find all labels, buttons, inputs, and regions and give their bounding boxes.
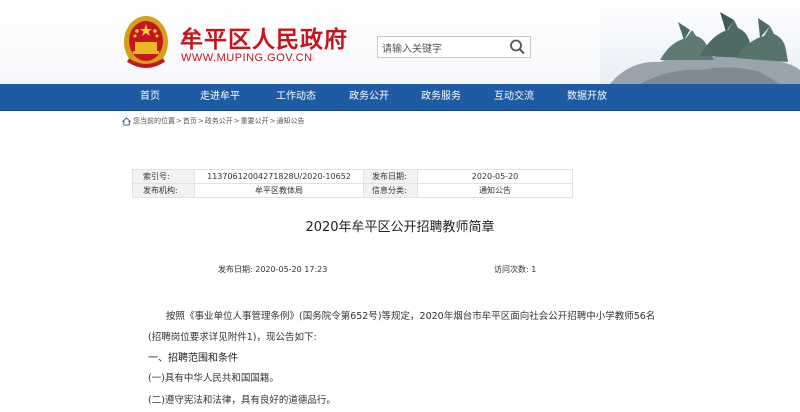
visit-count: 访问次数: 1 (494, 265, 537, 274)
nav-item-gov-open[interactable]: 政务公开 (349, 84, 389, 110)
search-input[interactable] (378, 39, 500, 60)
document-meta-table: 索引号: 11370612004271828U/2020-10652 发布日期:… (132, 169, 573, 198)
breadcrumb-separator: > (269, 117, 276, 125)
site-url[interactable]: WWW.MUPING.GOV.CN (181, 52, 313, 64)
nav-item-interaction[interactable]: 互动交流 (494, 84, 534, 110)
meta-row: 索引号: 11370612004271828U/2020-10652 发布日期:… (132, 169, 573, 184)
org-value: 牟平区教体局 (194, 183, 364, 198)
breadcrumb-separator: > (176, 117, 182, 125)
nav-item-gov-service[interactable]: 政务服务 (421, 84, 461, 110)
meta-row: 发布机构: 牟平区教体局 信息分类: 通知公告 (132, 183, 573, 198)
breadcrumb: 您当前的位置 > 首页 > 政务公开 > 重要公开 > 通知公告 (122, 115, 305, 127)
list-item: (二)遵守宪法和法律，具有良好的道德品行。 (148, 395, 336, 406)
breadcrumb-label: 您当前的位置 (133, 117, 175, 125)
nav-item-about[interactable]: 走进牟平 (200, 84, 240, 110)
section-heading: 一、招聘范围和条件 (148, 353, 238, 364)
breadcrumb-separator: > (233, 117, 240, 125)
home-icon (122, 116, 131, 126)
horse-sculpture-image (600, 0, 800, 84)
site-name[interactable]: 牟平区人民政府 (180, 20, 348, 54)
national-emblem-icon (124, 16, 168, 68)
index-value: 11370612004271828U/2020-10652 (194, 169, 364, 184)
publish-time: 发布日期: 2020-05-20 17:23 (218, 265, 328, 274)
article-title: 2020年牟平区公开招聘教师简章 (305, 220, 495, 235)
search-icon[interactable] (508, 38, 528, 56)
breadcrumb-important[interactable]: 重要公开 (241, 116, 269, 126)
breadcrumb-home[interactable]: 首页 (183, 116, 197, 126)
breadcrumb-separator: > (197, 117, 204, 125)
date-value: 2020-05-20 (417, 169, 573, 184)
date-label: 发布日期: (363, 169, 418, 184)
list-item: (一)具有中华人民共和国国籍。 (148, 373, 279, 384)
nav-item-news[interactable]: 工作动态 (276, 84, 316, 110)
category-value: 通知公告 (417, 183, 573, 198)
breadcrumb-gov-open[interactable]: 政务公开 (205, 116, 233, 126)
org-label: 发布机构: (132, 183, 195, 198)
nav-item-home[interactable]: 首页 (140, 84, 160, 110)
article-paragraph: 按照《事业单位人事管理条例》(国务院令第652号)等规定，2020年烟台市牟平区… (148, 311, 656, 343)
main-nav: 首页 走进牟平 工作动态 政务公开 政务服务 互动交流 数据开放 (0, 84, 800, 111)
site-header: 牟平区人民政府 WWW.MUPING.GOV.CN (0, 0, 800, 84)
category-label: 信息分类: (363, 183, 418, 198)
article-body: 按照《事业单位人事管理条例》(国务院令第652号)等规定，2020年烟台市牟平区… (148, 306, 660, 412)
nav-item-data[interactable]: 数据开放 (567, 84, 607, 110)
breadcrumb-notice[interactable]: 通知公告 (277, 116, 305, 126)
index-label: 索引号: (132, 169, 195, 184)
search-box (377, 36, 531, 60)
